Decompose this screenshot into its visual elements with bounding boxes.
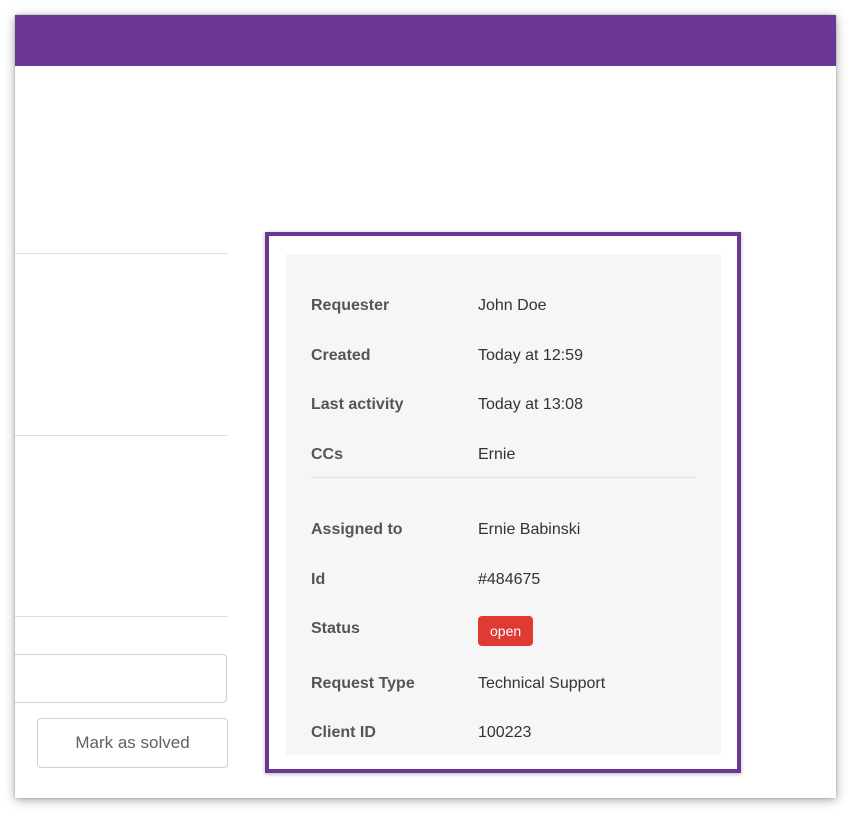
app-window: Mark as solved Requester John Doe Create…	[15, 15, 836, 798]
client-id-value: 100223	[478, 724, 532, 741]
requester-value: John Doe	[478, 297, 547, 314]
detail-row-client-id: Client ID 100223	[311, 720, 701, 746]
client-id-label: Client ID	[311, 724, 376, 741]
detail-row-created: Created Today at 12:59	[311, 343, 701, 369]
ccs-value: Ernie	[478, 446, 516, 463]
detail-row-requester: Requester John Doe	[311, 293, 701, 319]
status-label: Status	[311, 620, 360, 637]
detail-row-ccs: CCs Ernie	[311, 442, 701, 468]
id-value: #484675	[478, 571, 541, 588]
created-label: Created	[311, 347, 371, 364]
ccs-label: CCs	[311, 446, 344, 463]
status-badge: open	[478, 616, 534, 646]
detail-row-request-type: Request Type Technical Support	[311, 671, 701, 697]
created-value: Today at 12:59	[478, 347, 583, 364]
assigned-to-label: Assigned to	[311, 521, 403, 538]
ticket-details-panel: Requester John Doe Created Today at 12:5…	[286, 254, 721, 755]
request-type-value: Technical Support	[478, 675, 606, 692]
detail-row-id: Id #484675	[311, 567, 701, 593]
detail-row-last-activity: Last activity Today at 13:08	[311, 392, 701, 418]
section-divider	[15, 253, 228, 254]
section-divider	[15, 616, 228, 617]
details-divider	[311, 477, 696, 478]
requester-label: Requester	[311, 297, 390, 314]
last-activity-label: Last activity	[311, 396, 404, 413]
request-type-label: Request Type	[311, 675, 415, 692]
assigned-to-value: Ernie Babinski	[478, 521, 581, 538]
mark-as-solved-button[interactable]: Mark as solved	[37, 718, 228, 768]
comment-input[interactable]	[15, 654, 227, 703]
detail-row-assigned-to: Assigned to Ernie Babinski	[311, 517, 701, 543]
id-label: Id	[311, 571, 326, 588]
detail-row-status: Status open	[311, 616, 701, 646]
top-header-bar	[15, 15, 836, 66]
last-activity-value: Today at 13:08	[478, 396, 583, 413]
section-divider	[15, 435, 228, 436]
